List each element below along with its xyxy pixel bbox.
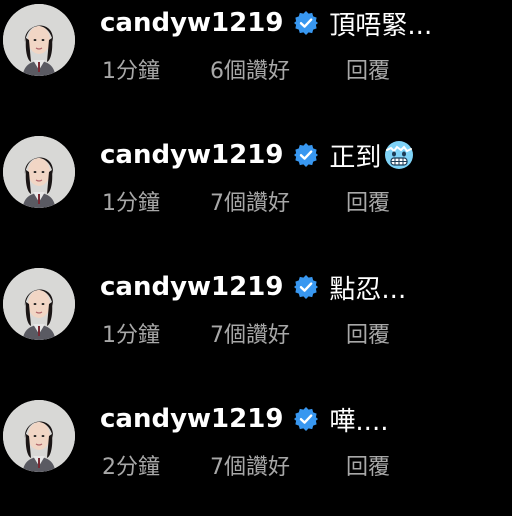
comment-likes-count[interactable]: 7個讚好: [210, 449, 346, 481]
avatar[interactable]: [3, 400, 75, 472]
username-link[interactable]: candyw1219: [100, 272, 283, 302]
username-link[interactable]: candyw1219: [100, 140, 283, 170]
username-link[interactable]: candyw1219: [100, 404, 283, 434]
comment-likes-count[interactable]: 7個讚好: [210, 317, 346, 349]
verified-badge-icon: [293, 406, 319, 432]
avatar[interactable]: [3, 268, 75, 340]
comment-item: candyw1219 嘩.... 2分鐘 7個讚好 回覆: [0, 396, 512, 516]
comment-headline: candyw1219 嘩....: [100, 402, 389, 437]
comment-meta: 1分鐘 7個讚好 回覆: [102, 318, 390, 348]
comment-timestamp: 2分鐘: [102, 455, 160, 480]
reply-button[interactable]: 回覆: [346, 449, 390, 481]
reply-button[interactable]: 回覆: [346, 53, 390, 85]
comment-likes-count[interactable]: 7個讚好: [210, 185, 346, 217]
comment-meta: 1分鐘 7個讚好 回覆: [102, 186, 390, 216]
cold-face-emoji-icon: [383, 139, 415, 171]
reply-button[interactable]: 回覆: [346, 317, 390, 349]
avatar[interactable]: [3, 136, 75, 208]
comment-headline: candyw1219 正到: [100, 138, 415, 173]
comment-item: candyw1219 正到 1分鐘 7個讚好 回覆: [0, 132, 512, 252]
verified-badge-icon: [293, 142, 319, 168]
comment-text: 嘩....: [329, 406, 389, 437]
comment-text: 點忍...: [329, 274, 407, 305]
comment-text: 正到: [329, 142, 382, 173]
comment-text: 頂唔緊...: [329, 10, 433, 41]
reply-button[interactable]: 回覆: [346, 185, 390, 217]
comment-timestamp: 1分鐘: [102, 191, 160, 216]
comment-timestamp: 1分鐘: [102, 59, 160, 84]
comment-likes-count[interactable]: 6個讚好: [210, 53, 346, 85]
comment-timestamp: 1分鐘: [102, 323, 160, 348]
comment-headline: candyw1219 頂唔緊...: [100, 6, 433, 41]
username-link[interactable]: candyw1219: [100, 8, 283, 38]
comment-item: candyw1219 頂唔緊... 1分鐘 6個讚好 回覆: [0, 0, 512, 120]
comment-meta: 2分鐘 7個讚好 回覆: [102, 450, 390, 480]
avatar[interactable]: [3, 4, 75, 76]
comment-headline: candyw1219 點忍...: [100, 270, 407, 305]
comment-item: candyw1219 點忍... 1分鐘 7個讚好 回覆: [0, 264, 512, 384]
comment-meta: 1分鐘 6個讚好 回覆: [102, 54, 390, 84]
verified-badge-icon: [293, 274, 319, 300]
verified-badge-icon: [293, 10, 319, 36]
